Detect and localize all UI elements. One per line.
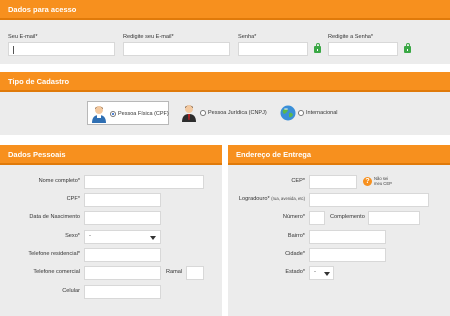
cep-help-line2: meu CEP [374, 181, 392, 186]
number-label: Número* [282, 214, 305, 220]
password-confirm-field[interactable] [328, 42, 398, 56]
mobile-label: Celular [62, 288, 80, 294]
neighborhood-field[interactable] [309, 230, 386, 244]
password-label: Senha* [238, 34, 257, 40]
city-field[interactable] [309, 248, 386, 262]
email-label: Seu E-mail* [8, 34, 38, 40]
street-label: Logradouro* (rua, avenida, etc) [228, 196, 305, 202]
mobile-field[interactable] [84, 285, 161, 299]
home-phone-label: Telefone residencial* [28, 251, 80, 257]
option-label: Internacional [306, 110, 338, 116]
option-label: Pessoa Física (CPF) [118, 111, 169, 117]
extension-label: Ramal [166, 269, 183, 275]
text-cursor [13, 46, 14, 54]
cep-help-link[interactable]: Não sei meu CEP [374, 176, 392, 186]
full-name-label: Nome completo* [38, 178, 80, 184]
radio-internacional[interactable] [298, 110, 304, 116]
globe-icon [280, 105, 296, 121]
street-label-text: Logradouro* [238, 196, 270, 202]
state-select[interactable]: - [309, 266, 334, 280]
work-phone-label: Telefone comercial [33, 269, 80, 275]
gender-select[interactable]: - [84, 230, 161, 244]
home-phone-field[interactable] [84, 248, 161, 262]
birth-date-label: Data de Nascimento [29, 214, 80, 220]
option-label: Pessoa Jurídica (CNPJ) [208, 110, 267, 116]
street-field[interactable] [309, 193, 429, 207]
registration-type-header: Tipo de Cadastro [0, 72, 450, 92]
neighborhood-label: Bairro* [287, 233, 305, 239]
cep-field[interactable] [309, 175, 357, 189]
password-confirm-label: Redigite a Senha* [328, 34, 374, 40]
email-field[interactable] [8, 42, 115, 56]
number-field[interactable] [309, 211, 325, 225]
gender-label: Sexo* [65, 233, 80, 239]
email-confirm-label: Redigite seu E-mail* [123, 34, 174, 40]
cpf-field[interactable] [84, 193, 161, 207]
personal-data-header: Dados Pessoais [0, 145, 222, 165]
lock-icon [314, 43, 321, 53]
person-icon [92, 106, 106, 123]
lock-icon [404, 43, 411, 53]
access-section-header: Dados para acesso [0, 0, 450, 20]
chevron-down-icon [150, 236, 156, 240]
full-name-field[interactable] [84, 175, 204, 189]
chevron-down-icon [324, 272, 330, 276]
city-label: Cidade* [285, 251, 305, 257]
delivery-address-header: Endereço de Entrega [228, 145, 450, 165]
cep-label: CEP* [291, 178, 305, 184]
extension-field[interactable] [186, 266, 204, 280]
street-hint: (rua, avenida, etc) [271, 196, 305, 201]
option-pessoa-fisica[interactable]: Pessoa Física (CPF) [87, 101, 169, 125]
cpf-label: CPF* [66, 196, 80, 202]
complement-label: Complemento [330, 214, 365, 220]
businessman-icon [182, 105, 196, 122]
work-phone-field[interactable] [84, 266, 161, 280]
gender-value: - [89, 233, 91, 239]
email-confirm-field[interactable] [123, 42, 230, 56]
help-icon[interactable]: ? [363, 177, 372, 186]
radio-pessoa-juridica[interactable] [200, 110, 206, 116]
birth-date-field[interactable] [84, 211, 161, 225]
complement-field[interactable] [368, 211, 420, 225]
radio-pessoa-fisica[interactable] [110, 111, 116, 117]
state-label: Estado* [285, 269, 305, 275]
password-field[interactable] [238, 42, 308, 56]
state-value: - [314, 269, 316, 275]
